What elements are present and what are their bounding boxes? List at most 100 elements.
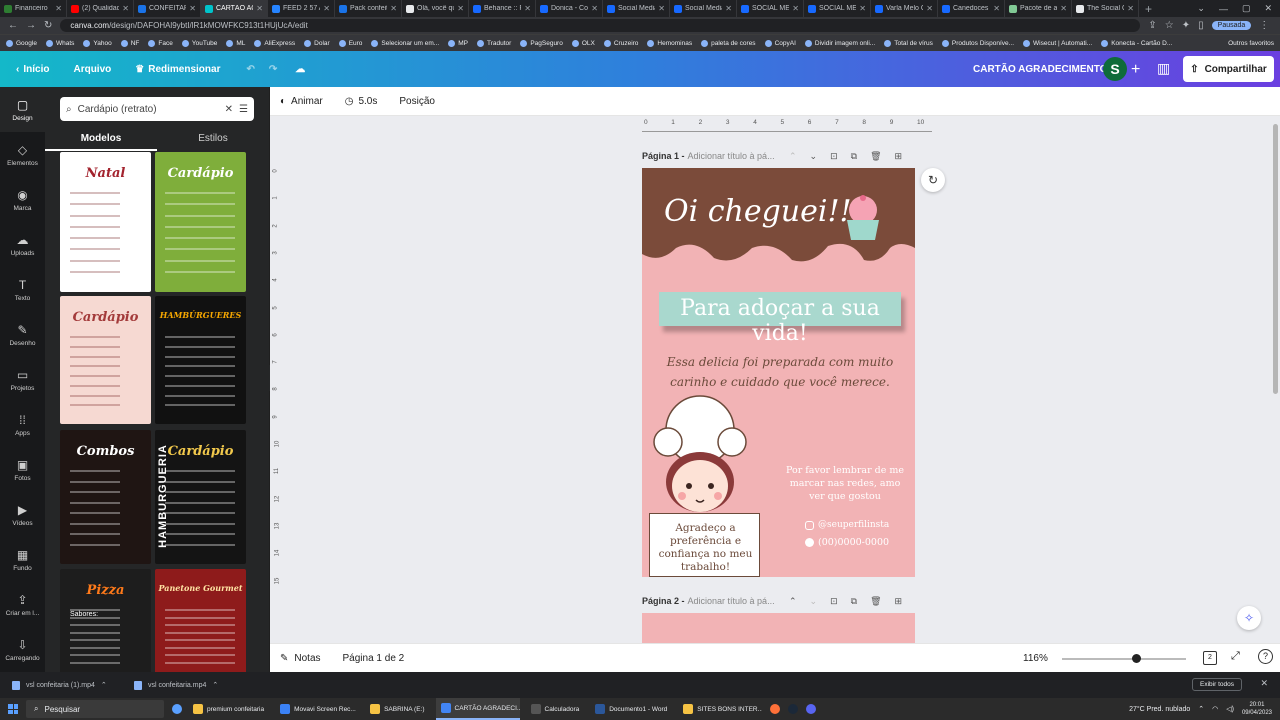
back-icon[interactable]: ← (8, 20, 18, 31)
close-tab-icon[interactable]: ✕ (524, 4, 531, 13)
notes-button[interactable]: ✎ Notas (280, 653, 321, 664)
profile-status-badge[interactable]: Pausada (1211, 21, 1252, 30)
taskbar-app[interactable]: Calculadora (526, 698, 585, 720)
bookmark-item[interactable]: Wisecut | Automati... (1023, 39, 1092, 47)
bookmark-item[interactable]: MP (448, 39, 468, 47)
chevron-up-icon[interactable]: ⌃ (212, 681, 218, 689)
browser-tab[interactable]: The Social C ✕ (1072, 0, 1139, 17)
bookmark-item[interactable]: Whats (45, 39, 74, 47)
browser-tab[interactable]: CONFEITARIA✕ (134, 0, 201, 17)
sidepanel-icon[interactable]: ▯ (1198, 20, 1204, 31)
tagline-text[interactable]: Para adoçar a sua vida! (659, 296, 901, 346)
rail-item-apps[interactable]: ⁞⁞ Apps (0, 402, 45, 447)
undo-icon[interactable]: ↶ (246, 64, 254, 75)
bookmark-item[interactable]: Dividir imagem onli... (804, 39, 875, 47)
share-page-icon[interactable]: ⇪ (1148, 20, 1156, 31)
volume-icon[interactable]: ◁) (1226, 705, 1234, 713)
duplicate-icon[interactable]: ⧉ (851, 596, 857, 607)
bookmark-item[interactable]: Selecionar um em... (371, 39, 439, 47)
bookmark-item[interactable]: CopyAI (764, 39, 796, 47)
insights-icon[interactable]: ▥ (1157, 60, 1170, 77)
magic-assistant-icon[interactable]: ✧ (1237, 606, 1261, 630)
discord-icon[interactable] (806, 704, 817, 714)
minimize-button[interactable]: — (1219, 4, 1228, 14)
trash-icon[interactable]: 🗑 (870, 151, 881, 162)
rail-item-elementos[interactable]: ◇ Elementos (0, 132, 45, 177)
tab-modelos[interactable]: Modelos (45, 127, 157, 151)
rail-item-marca[interactable]: ◉ Marca (0, 177, 45, 222)
taskbar-app[interactable]: SABRINA (E:) (365, 698, 429, 720)
taskbar-app[interactable]: SITES BONS INTER... (678, 698, 762, 720)
bookmark-item[interactable]: Yahoo (83, 39, 112, 47)
page-2-title-input[interactable]: Adicionar título à pá... (688, 596, 775, 606)
rail-item-fundo[interactable]: ▦ Fundo (0, 537, 45, 582)
browser-tab[interactable]: FEED 2 57 A ✕ (268, 0, 335, 17)
reload-icon[interactable]: ↻ (44, 20, 52, 31)
close-downloads-icon[interactable]: ✕ (1260, 678, 1268, 689)
rail-item-fotos[interactable]: ▣ Fotos (0, 447, 45, 492)
bookmark-item[interactable]: Dolar (304, 39, 330, 47)
rail-item-projetos[interactable]: ▭ Projetos (0, 357, 45, 402)
zoom-slider-handle[interactable] (1132, 654, 1142, 663)
template-thumbnail[interactable]: Pizza Sabores: (60, 569, 151, 672)
headline-text[interactable]: Oi cheguei!!! (664, 194, 864, 229)
regenerate-icon[interactable]: ↻ (921, 168, 945, 192)
bookmark-item[interactable]: NF (120, 39, 139, 47)
add-page-icon[interactable]: ⊞ (895, 151, 903, 162)
browser-tab[interactable]: Pack confeit ✕ (335, 0, 402, 17)
chevron-up-icon[interactable]: ⌃ (101, 681, 107, 689)
rail-item-design[interactable]: ▢ Design (0, 87, 45, 132)
rail-item-desenho[interactable]: ✎ Desenho (0, 312, 45, 357)
browser-tab[interactable]: Behance :: P ✕ (469, 0, 536, 17)
design-page-1[interactable]: Oi cheguei!!! Para adoçar a sua vida! Es… (642, 168, 915, 577)
animate-button[interactable]: ◐ Animar (280, 96, 323, 107)
bookmark-star-icon[interactable]: ☆ (1165, 20, 1174, 31)
template-thumbnail[interactable]: Cardápio HAMBURGUERIA (155, 430, 246, 564)
extensions-icon[interactable]: ✦ (1182, 20, 1190, 31)
task-view-icon[interactable] (172, 704, 182, 714)
browser-tab[interactable]: (2) Qualidade✕ (67, 0, 134, 17)
rail-item-carregando[interactable]: ⇩ Carregando (0, 627, 45, 672)
redo-icon[interactable]: ↷ (269, 64, 277, 75)
help-icon[interactable]: ? (1258, 649, 1273, 664)
share-button[interactable]: ⇧ Compartilhar (1183, 56, 1274, 82)
description-text[interactable]: Essa delicia foi preparada com muito car… (664, 352, 896, 392)
vertical-scrollbar[interactable] (1273, 124, 1278, 394)
chevron-up-icon[interactable]: ⌃ (789, 596, 797, 607)
browser-tab[interactable]: SOCIAL MED✕ (737, 0, 804, 17)
browser-tab[interactable]: Social Media ✕ (603, 0, 670, 17)
bookmark-item[interactable]: Hemominas (647, 39, 692, 47)
bookmark-item[interactable]: Tradutor (476, 39, 511, 47)
template-thumbnail[interactable]: Panetone Gourmet (155, 569, 246, 672)
browser-tab[interactable]: Social Media ✕ (670, 0, 737, 17)
avatar[interactable]: S (1103, 57, 1127, 81)
close-tab-icon[interactable]: ✕ (323, 4, 330, 13)
bookmark-item[interactable]: Produtos Disponíve... (941, 39, 1014, 47)
close-tab-icon[interactable]: ✕ (926, 4, 933, 13)
steam-icon[interactable] (788, 704, 799, 714)
zoom-slider[interactable] (1062, 658, 1186, 660)
thanks-sign[interactable]: Agradeço a preferência e confiança no me… (649, 513, 760, 577)
taskbar-app[interactable]: premium confeitaria (188, 698, 269, 720)
other-bookmarks[interactable]: Outros favoritos (1228, 40, 1274, 47)
browser-tab[interactable]: SOCIAL MED✕ (804, 0, 871, 17)
network-icon[interactable]: ◠ (1212, 705, 1218, 713)
close-tab-icon[interactable]: ✕ (457, 4, 464, 13)
rail-item-texto[interactable]: T Texto (0, 267, 45, 312)
close-tab-icon[interactable]: ✕ (390, 4, 397, 13)
rail-item-criareml[interactable]: ⇪ Criar em l... (0, 582, 45, 627)
close-tab-icon[interactable]: ✕ (1060, 4, 1067, 13)
chevron-down-icon[interactable]: ⌄ (810, 596, 818, 607)
duplicate-icon[interactable]: ⧉ (851, 151, 857, 162)
show-all-downloads-button[interactable]: Exibir todos (1192, 678, 1242, 691)
template-thumbnail[interactable]: Natal (60, 152, 151, 292)
file-menu-button[interactable]: Arquivo (73, 64, 111, 75)
template-thumbnail[interactable]: Cardápio (60, 296, 151, 424)
bookmark-item[interactable]: Face (148, 39, 173, 47)
taskbar-app[interactable]: CARTÃO AGRADECI... (435, 698, 520, 720)
close-tab-icon[interactable]: ✕ (993, 4, 1000, 13)
position-button[interactable]: Posição (399, 96, 435, 107)
instagram-line[interactable]: @seuperfilinsta (805, 520, 889, 530)
taskbar-app[interactable]: Documento1 - Word (590, 698, 672, 720)
firefox-icon[interactable] (770, 704, 781, 714)
